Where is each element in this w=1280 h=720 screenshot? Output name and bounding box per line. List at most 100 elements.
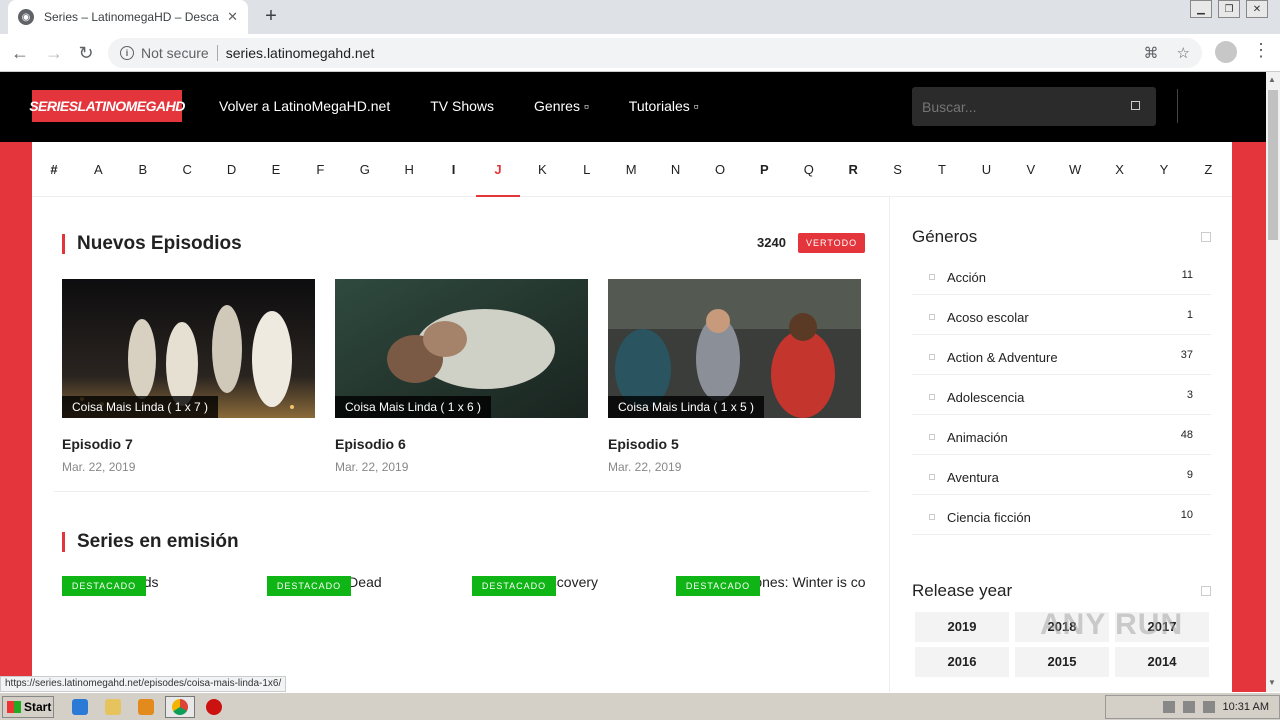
- translate-icon[interactable]: ⌘: [1144, 44, 1159, 62]
- folder-icon[interactable]: [105, 699, 121, 715]
- genre-item[interactable]: Acoso escolar 1: [912, 295, 1211, 335]
- release-year-toggle-icon[interactable]: [1201, 586, 1211, 596]
- genres-toggle-icon[interactable]: [1201, 232, 1211, 242]
- restore-button[interactable]: ❐: [1218, 0, 1240, 18]
- alphabet-letter[interactable]: G: [343, 142, 387, 197]
- alphabet-letter[interactable]: P: [742, 142, 786, 197]
- address-bar[interactable]: i Not secure series.latinomegahd.net ⌘ ☆: [108, 38, 1202, 68]
- episode-title[interactable]: Episodio 7: [62, 436, 315, 452]
- profile-avatar[interactable]: [1215, 41, 1237, 63]
- close-window-button[interactable]: ✕: [1246, 0, 1268, 18]
- nav-tutoriales[interactable]: Tutoriales ▫: [629, 98, 699, 114]
- episode-title[interactable]: Episodio 5: [608, 436, 861, 452]
- alphabet-letter[interactable]: Q: [787, 142, 831, 197]
- scroll-thumb[interactable]: [1268, 90, 1278, 240]
- genre-name[interactable]: Adolescencia: [947, 390, 1024, 405]
- nav-tv-shows[interactable]: TV Shows: [430, 98, 494, 114]
- genre-item[interactable]: Action & Adventure 37: [912, 335, 1211, 375]
- forward-button[interactable]: →: [42, 41, 66, 65]
- alphabet-letter[interactable]: D: [210, 142, 254, 197]
- reload-button[interactable]: ↻: [74, 41, 98, 65]
- genre-name[interactable]: Acoso escolar: [947, 310, 1029, 325]
- globe-icon: ◉: [18, 9, 34, 25]
- genre-item[interactable]: Animación 48: [912, 415, 1211, 455]
- episode-thumbnail[interactable]: Coisa Mais Linda ( 1 x 5 ): [608, 279, 861, 418]
- bookmark-star-icon[interactable]: ☆: [1177, 44, 1190, 62]
- alphabet-letter[interactable]: K: [520, 142, 564, 197]
- site-nav: Volver a LatinoMegaHD.net TV Shows Genre…: [219, 98, 699, 114]
- network-icon[interactable]: [1162, 701, 1175, 713]
- chrome-taskbar-button[interactable]: [165, 696, 195, 718]
- clock: 10:31 AM: [1222, 701, 1269, 713]
- genre-name[interactable]: Acción: [947, 270, 986, 285]
- year-button[interactable]: 2016: [915, 647, 1009, 677]
- genre-name[interactable]: Action & Adventure: [947, 350, 1058, 365]
- volume-icon[interactable]: [1182, 701, 1195, 713]
- episode-card[interactable]: Coisa Mais Linda ( 1 x 5 ) Episodio 5 Ma…: [608, 279, 861, 474]
- alphabet-letter[interactable]: Z: [1186, 142, 1230, 197]
- close-tab-icon[interactable]: ✕: [227, 9, 238, 25]
- alphabet-letter[interactable]: C: [165, 142, 209, 197]
- flag-icon[interactable]: [1202, 701, 1215, 713]
- url-text[interactable]: series.latinomegahd.net: [226, 45, 375, 61]
- see-all-button[interactable]: VERTODO: [798, 233, 866, 253]
- featured-series[interactable]: Star Trek: Discovery DESTACADO: [472, 574, 662, 598]
- genre-item[interactable]: Ciencia ficción 10: [912, 495, 1211, 535]
- year-button[interactable]: 2015: [1015, 647, 1109, 677]
- alphabet-letter[interactable]: F: [298, 142, 342, 197]
- alphabet-letter[interactable]: I: [432, 142, 476, 197]
- alphabet-letter[interactable]: H: [387, 142, 431, 197]
- genre-name[interactable]: Animación: [947, 430, 1008, 445]
- alphabet-letter[interactable]: M: [609, 142, 653, 197]
- back-button[interactable]: ←: [8, 41, 32, 65]
- search-icon[interactable]: [1131, 101, 1140, 110]
- alphabet-letter[interactable]: S: [876, 142, 920, 197]
- featured-series[interactable]: The Walking Dead DESTACADO: [267, 574, 457, 598]
- media-player-icon[interactable]: [138, 699, 154, 715]
- year-button[interactable]: 2014: [1115, 647, 1209, 677]
- info-icon[interactable]: i: [120, 46, 134, 60]
- search-input[interactable]: [922, 98, 1122, 115]
- browser-tab[interactable]: ◉ Series – LatinomegaHD – Descarga s ✕: [8, 0, 248, 34]
- alphabet-letter[interactable]: E: [254, 142, 298, 197]
- alphabet-letter[interactable]: Y: [1142, 142, 1186, 197]
- alphabet-letter[interactable]: X: [1098, 142, 1142, 197]
- alphabet-letter[interactable]: T: [920, 142, 964, 197]
- menu-kebab-icon[interactable]: ⋮: [1252, 40, 1270, 61]
- nav-genres[interactable]: Genres ▫: [534, 98, 589, 114]
- new-tab-button[interactable]: +: [260, 5, 282, 28]
- nav-back-to-main[interactable]: Volver a LatinoMegaHD.net: [219, 98, 390, 114]
- genre-name[interactable]: Aventura: [947, 470, 999, 485]
- start-button[interactable]: Start: [2, 696, 54, 718]
- ie-icon[interactable]: [72, 699, 88, 715]
- genre-name[interactable]: Ciencia ficción: [947, 510, 1031, 525]
- year-button[interactable]: 2019: [915, 612, 1009, 642]
- featured-series[interactable]: Game of Thrones: Winter is coming DESTAC…: [676, 574, 866, 598]
- featured-series[interactable]: American Gods DESTACADO: [62, 574, 252, 598]
- alphabet-letter[interactable]: J: [476, 142, 520, 197]
- episode-thumbnail[interactable]: Coisa Mais Linda ( 1 x 7 ): [62, 279, 315, 418]
- alphabet-letter[interactable]: A: [76, 142, 120, 197]
- minimize-button[interactable]: ▁: [1190, 0, 1212, 18]
- page-scrollbar[interactable]: ▲ ▼: [1266, 72, 1280, 692]
- alphabet-letter[interactable]: B: [121, 142, 165, 197]
- alphabet-letter[interactable]: L: [565, 142, 609, 197]
- scroll-up-icon[interactable]: ▲: [1268, 75, 1276, 84]
- stop-icon[interactable]: [206, 699, 222, 715]
- alphabet-letter[interactable]: O: [698, 142, 742, 197]
- episode-card[interactable]: Coisa Mais Linda ( 1 x 6 ) Episodio 6 Ma…: [335, 279, 588, 474]
- genre-item[interactable]: Aventura 9: [912, 455, 1211, 495]
- alphabet-letter[interactable]: N: [654, 142, 698, 197]
- genre-item[interactable]: Acción 11: [912, 255, 1211, 295]
- site-logo[interactable]: SERIESLATINOMEGAHD: [29, 90, 185, 122]
- alphabet-letter[interactable]: #: [32, 142, 76, 197]
- alphabet-letter[interactable]: U: [964, 142, 1008, 197]
- episode-card[interactable]: Coisa Mais Linda ( 1 x 7 ) Episodio 7 Ma…: [62, 279, 315, 474]
- alphabet-letter[interactable]: R: [831, 142, 875, 197]
- episode-title[interactable]: Episodio 6: [335, 436, 588, 452]
- scroll-down-icon[interactable]: ▼: [1268, 678, 1276, 687]
- genre-item[interactable]: Adolescencia 3: [912, 375, 1211, 415]
- alphabet-letter[interactable]: W: [1053, 142, 1097, 197]
- alphabet-letter[interactable]: V: [1009, 142, 1053, 197]
- episode-thumbnail[interactable]: Coisa Mais Linda ( 1 x 6 ): [335, 279, 588, 418]
